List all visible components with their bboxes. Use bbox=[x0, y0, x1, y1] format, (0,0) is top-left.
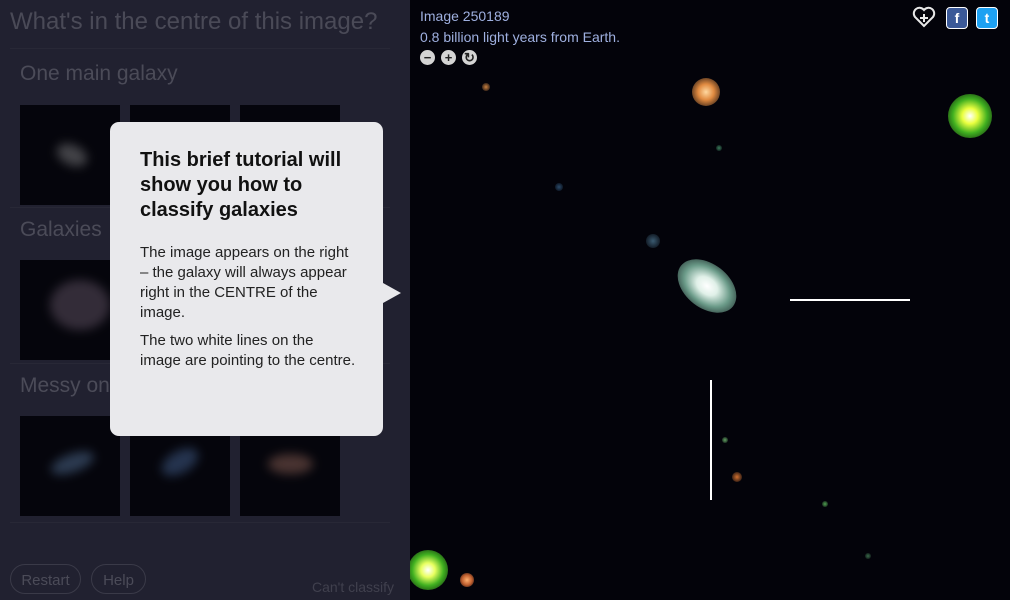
star bbox=[716, 145, 722, 151]
favourite-icon[interactable] bbox=[912, 6, 936, 28]
galaxy-image[interactable] bbox=[410, 0, 1010, 600]
centre-marker-vertical bbox=[710, 380, 712, 500]
star bbox=[822, 501, 828, 507]
reset-icon[interactable]: ↻ bbox=[462, 50, 477, 65]
tutorial-paragraph: The image appears on the right – the gal… bbox=[140, 244, 349, 321]
zoom-out-icon[interactable]: − bbox=[420, 50, 435, 65]
star bbox=[948, 94, 992, 138]
star bbox=[692, 78, 720, 106]
star bbox=[646, 234, 660, 248]
star bbox=[555, 183, 563, 191]
central-galaxy bbox=[667, 248, 747, 324]
tutorial-popup: This brief tutorial will show you how to… bbox=[110, 122, 383, 436]
zoom-in-icon[interactable]: + bbox=[441, 50, 456, 65]
star bbox=[722, 437, 728, 443]
tutorial-pointer bbox=[383, 283, 401, 303]
star bbox=[865, 553, 871, 559]
image-id: Image 250189 bbox=[420, 8, 510, 24]
tutorial-paragraph: The two white lines on the image are poi… bbox=[140, 332, 356, 369]
twitter-icon[interactable]: t bbox=[976, 7, 998, 29]
facebook-icon[interactable]: f bbox=[946, 7, 968, 29]
tutorial-title: This brief tutorial will show you how to… bbox=[140, 149, 342, 221]
star bbox=[410, 550, 448, 590]
centre-marker-horizontal bbox=[790, 299, 910, 301]
image-distance: 0.8 billion light years from Earth. bbox=[420, 29, 620, 45]
star bbox=[482, 83, 490, 91]
star bbox=[460, 573, 474, 587]
star bbox=[732, 472, 742, 482]
